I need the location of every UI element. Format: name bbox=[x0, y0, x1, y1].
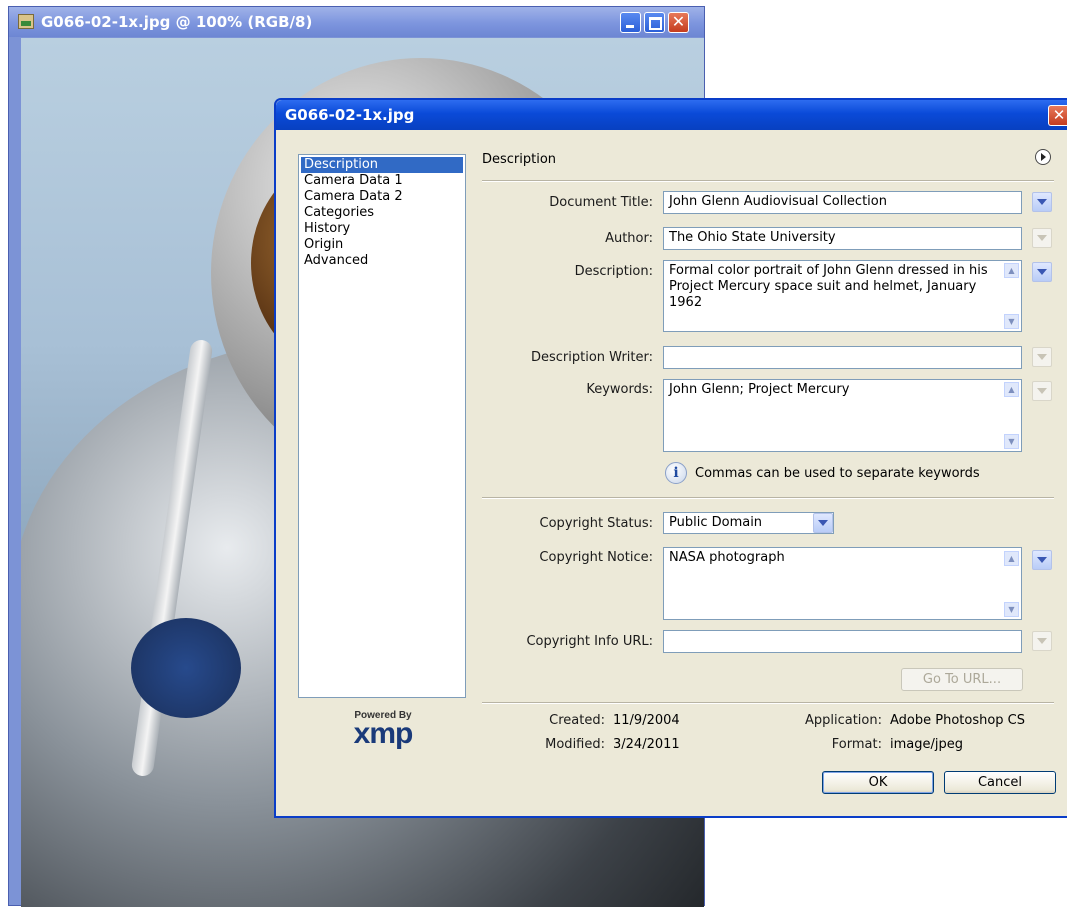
description-writer-field[interactable] bbox=[663, 346, 1022, 369]
copyright-notice-dropdown[interactable] bbox=[1032, 550, 1052, 570]
description-field[interactable]: Formal color portrait of John Glenn dres… bbox=[663, 260, 1022, 332]
go-to-url-button[interactable]: Go To URL... bbox=[901, 668, 1023, 691]
close-button[interactable]: ✕ bbox=[668, 12, 689, 33]
keywords-field[interactable]: John Glenn; Project Mercury bbox=[663, 379, 1022, 452]
description-dropdown[interactable] bbox=[1032, 262, 1052, 282]
minimize-button[interactable] bbox=[620, 12, 641, 33]
author-label: Author: bbox=[605, 231, 653, 246]
author-dropdown[interactable] bbox=[1032, 228, 1052, 248]
xmp-logo: Powered By xmp bbox=[328, 710, 438, 750]
panel-item-advanced[interactable]: Advanced bbox=[301, 253, 463, 269]
copyright-url-dropdown[interactable] bbox=[1032, 631, 1052, 651]
copyright-notice-text: NASA photograph bbox=[669, 550, 785, 565]
copyright-status-value: Public Domain bbox=[669, 515, 763, 530]
copyright-notice-label: Copyright Notice: bbox=[539, 550, 653, 565]
document-title: G066-02-1x.jpg @ 100% (RGB/8) bbox=[41, 13, 313, 31]
copyright-url-label: Copyright Info URL: bbox=[526, 634, 653, 649]
keywords-dropdown[interactable] bbox=[1032, 381, 1052, 401]
section-title: Description bbox=[482, 152, 557, 167]
dialog-title: G066-02-1x.jpg bbox=[285, 106, 415, 124]
format-value: image/jpeg bbox=[890, 737, 963, 752]
panel-item-camera-data-1[interactable]: Camera Data 1 bbox=[301, 173, 463, 189]
panel-item-categories[interactable]: Categories bbox=[301, 205, 463, 221]
file-info-dialog: G066-02-1x.jpg ✕ Description Camera Data… bbox=[274, 98, 1067, 818]
partial-caption-text: ... bbox=[705, 872, 1067, 906]
panel-item-origin[interactable]: Origin bbox=[301, 237, 463, 253]
copyright-notice-field[interactable]: NASA photograph bbox=[663, 547, 1022, 620]
partial-caption-label: ... bbox=[705, 878, 774, 906]
panel-item-description[interactable]: Description bbox=[301, 157, 463, 173]
application-label: Application: bbox=[804, 713, 882, 728]
panel-item-camera-data-2[interactable]: Camera Data 2 bbox=[301, 189, 463, 205]
scroll-down-icon[interactable]: ▼ bbox=[1004, 434, 1019, 449]
created-label: Created: bbox=[549, 713, 605, 728]
nasa-patch bbox=[131, 618, 241, 718]
maximize-button[interactable] bbox=[644, 12, 665, 33]
application-value: Adobe Photoshop CS bbox=[890, 713, 1026, 728]
document-title-dropdown[interactable] bbox=[1032, 192, 1052, 212]
scroll-up-icon[interactable]: ▲ bbox=[1004, 551, 1019, 566]
description-writer-label: Description Writer: bbox=[531, 350, 653, 365]
author-field[interactable]: The Ohio State University bbox=[663, 227, 1022, 250]
dialog-close-button[interactable]: ✕ bbox=[1048, 105, 1067, 126]
copyright-url-field[interactable] bbox=[663, 630, 1022, 653]
keywords-label: Keywords: bbox=[586, 382, 653, 397]
ok-button[interactable]: OK bbox=[822, 771, 934, 794]
separator bbox=[482, 702, 1054, 704]
panel-menu-arrow-icon[interactable] bbox=[1035, 149, 1051, 165]
keywords-text: John Glenn; Project Mercury bbox=[669, 382, 850, 397]
scroll-down-icon[interactable]: ▼ bbox=[1004, 314, 1019, 329]
cancel-button[interactable]: Cancel bbox=[944, 771, 1056, 794]
document-title-bar[interactable]: G066-02-1x.jpg @ 100% (RGB/8) ✕ bbox=[9, 7, 704, 37]
description-writer-dropdown[interactable] bbox=[1032, 347, 1052, 367]
copyright-status-select[interactable]: Public Domain bbox=[663, 512, 834, 534]
description-text: Formal color portrait of John Glenn dres… bbox=[669, 263, 988, 310]
keywords-hint: Commas can be used to separate keywords bbox=[695, 466, 980, 481]
description-label: Description: bbox=[574, 264, 653, 279]
xmp-logo-text: xmp bbox=[353, 717, 414, 750]
dialog-title-bar[interactable]: G066-02-1x.jpg ✕ bbox=[276, 100, 1067, 130]
format-label: Format: bbox=[831, 737, 882, 752]
separator bbox=[482, 180, 1054, 182]
document-title-field[interactable]: John Glenn Audiovisual Collection bbox=[663, 191, 1022, 214]
panel-list: Description Camera Data 1 Camera Data 2 … bbox=[298, 154, 466, 698]
document-title-label: Document Title: bbox=[549, 195, 653, 210]
info-icon: i bbox=[665, 462, 687, 484]
chevron-down-icon[interactable] bbox=[813, 513, 833, 533]
created-value: 11/9/2004 bbox=[613, 713, 680, 728]
scroll-up-icon[interactable]: ▲ bbox=[1004, 263, 1019, 278]
separator bbox=[482, 497, 1054, 499]
modified-value: 3/24/2011 bbox=[613, 737, 680, 752]
scroll-up-icon[interactable]: ▲ bbox=[1004, 382, 1019, 397]
scroll-down-icon[interactable]: ▼ bbox=[1004, 602, 1019, 617]
modified-label: Modified: bbox=[545, 737, 605, 752]
image-file-icon bbox=[18, 14, 34, 29]
panel-item-history[interactable]: History bbox=[301, 221, 463, 237]
copyright-status-label: Copyright Status: bbox=[539, 516, 653, 531]
